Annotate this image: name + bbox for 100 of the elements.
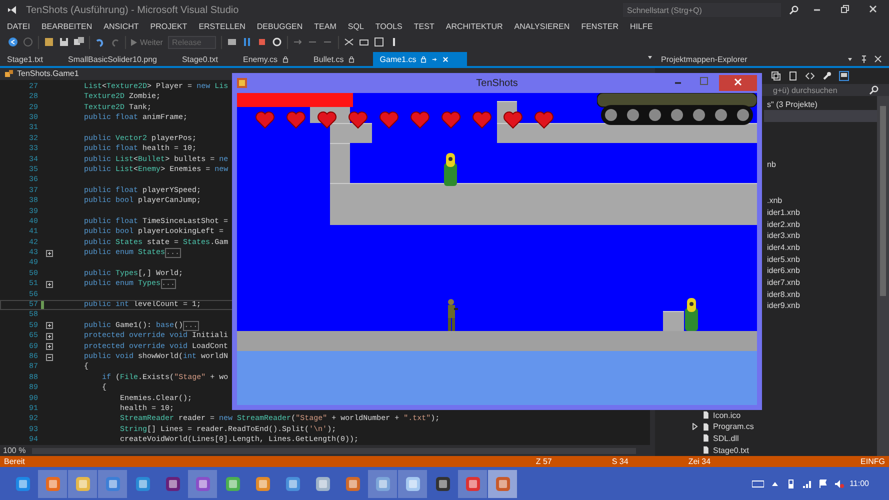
menu-item[interactable]: BEARBEITEN	[41, 22, 92, 30]
expand-icon[interactable]	[46, 322, 52, 330]
tree-item[interactable]: ider2.xnb	[767, 220, 800, 229]
status-message: Bereit	[4, 457, 25, 466]
preview-icon[interactable]	[839, 70, 849, 81]
app-icon	[44, 476, 60, 492]
stop-icon[interactable]	[256, 37, 267, 47]
taskbar-app-button[interactable]	[68, 470, 97, 498]
menu-item[interactable]: TEST	[414, 22, 434, 30]
wrench-icon[interactable]	[822, 70, 832, 81]
tab-close-icon[interactable]	[442, 56, 450, 62]
file-tab[interactable]: Stage1.txt	[0, 52, 62, 66]
lock-icon	[420, 56, 428, 62]
enemy-turret-drawing	[443, 153, 458, 186]
visual-studio-logo-icon	[6, 5, 18, 15]
tree-item[interactable]: ider1.xnb	[767, 208, 800, 217]
app-icon	[74, 476, 90, 492]
app-icon	[14, 476, 30, 492]
tree-item[interactable]: Program.cs	[713, 422, 754, 432]
taskbar-app-button[interactable]	[398, 470, 427, 498]
tree-item[interactable]: ider9.xnb	[767, 301, 800, 310]
restore-icon	[840, 4, 850, 14]
vertical-scrollbar[interactable]	[877, 96, 889, 456]
taskbar-app-button[interactable]	[368, 470, 397, 498]
keyboard-icon	[752, 478, 764, 488]
redo-icon[interactable]	[110, 37, 120, 47]
tree-item[interactable]: Icon.ico	[713, 410, 741, 420]
file-tab[interactable]: Bullet.cs	[306, 52, 373, 66]
menu-item[interactable]: DEBUGGEN	[256, 22, 303, 30]
menu-item[interactable]: TOOLS	[375, 22, 402, 30]
game-window-title: TenShots	[476, 78, 518, 88]
menu-item[interactable]: FENSTER	[581, 22, 619, 30]
tree-item[interactable]: ider8.xnb	[767, 290, 800, 299]
tree-item[interactable]: ider6.xnb	[767, 266, 800, 276]
expand-icon[interactable]	[46, 332, 52, 340]
pin-icon[interactable]	[859, 54, 869, 64]
close-icon[interactable]	[873, 54, 883, 64]
search-icon[interactable]	[869, 85, 879, 96]
enemy-turret-drawing	[684, 298, 699, 331]
clock: 11:00	[850, 479, 869, 488]
menu-item[interactable]: PROJEKT	[150, 22, 188, 30]
document-icon[interactable]	[788, 70, 798, 81]
zoom-level[interactable]: 100 %	[3, 446, 26, 456]
undo-icon[interactable]	[95, 37, 105, 47]
pause-icon[interactable]	[242, 37, 252, 47]
tree-item[interactable]: nb	[767, 160, 776, 170]
app-icon	[284, 476, 300, 492]
class-icon	[4, 68, 14, 79]
step-icon[interactable]	[292, 37, 303, 47]
file-tab[interactable]: Stage0.txt	[174, 52, 236, 66]
soldier-drawing	[445, 298, 458, 331]
search-icon[interactable]	[789, 5, 799, 15]
breadcrumb[interactable]: TenShots.Game1	[17, 69, 79, 78]
close-icon	[868, 4, 878, 14]
tree-item[interactable]: SDL.dll	[713, 434, 739, 443]
menu-item[interactable]: ANSICHT	[104, 22, 139, 30]
tree-item[interactable]: s" (3 Projekte)	[767, 100, 818, 109]
menu-item[interactable]: HILFE	[630, 22, 653, 30]
flag-icon	[818, 478, 828, 488]
file-tab[interactable]: SmallBasicSolider10.png	[61, 52, 175, 66]
copy-icon[interactable]	[771, 70, 781, 81]
restart-icon[interactable]	[272, 37, 282, 47]
tree-item[interactable]: Stage0.txt	[713, 446, 750, 455]
app-icon	[254, 476, 270, 492]
code-icon[interactable]	[805, 70, 815, 81]
tree-item[interactable]: ider7.xnb	[767, 278, 800, 288]
new-project-icon[interactable]	[44, 37, 54, 47]
quick-launch-field[interactable]: Schnellstart (Strg+Q)	[623, 3, 781, 17]
tree-item[interactable]: ider4.xnb	[767, 242, 800, 252]
menu-item[interactable]: ARCHITEKTUR	[446, 22, 503, 30]
taskbar-app-button[interactable]	[188, 470, 217, 498]
maximize-icon	[699, 76, 709, 86]
file-tab[interactable]: Enemy.cs	[236, 52, 307, 66]
app-icon	[494, 476, 510, 492]
file-tab[interactable]: Game1.cs	[372, 52, 468, 66]
menu-item[interactable]: SQL	[348, 22, 364, 30]
platform-block	[663, 311, 684, 331]
tree-item[interactable]: ider3.xnb	[767, 231, 800, 240]
app-icon	[104, 476, 120, 492]
insert-mode-indicator: EINFG	[860, 457, 885, 466]
file-icon	[702, 445, 710, 456]
expand-icon[interactable]	[46, 250, 52, 257]
save-all-icon[interactable]	[74, 37, 84, 47]
app-icon	[194, 476, 210, 492]
expand-icon[interactable]	[46, 343, 52, 350]
signal-icon	[802, 478, 812, 488]
close-button[interactable]	[719, 75, 757, 91]
app-icon	[164, 476, 180, 492]
menu-item[interactable]: DATEI	[7, 22, 30, 30]
expand-icon[interactable]	[692, 423, 698, 430]
tree-item[interactable]: ider5.xnb	[767, 254, 800, 264]
expand-icon[interactable]	[46, 280, 52, 288]
save-icon[interactable]	[59, 37, 69, 47]
tree-item[interactable]: .xnb	[767, 196, 782, 206]
collapse-icon[interactable]	[46, 354, 52, 360]
app-icon	[344, 476, 360, 492]
menu-item[interactable]: ANALYSIEREN	[514, 22, 570, 30]
menu-item[interactable]: TEAM	[314, 22, 336, 30]
menu-item[interactable]: ERSTELLEN	[198, 22, 246, 30]
back-icon[interactable]	[8, 37, 18, 47]
